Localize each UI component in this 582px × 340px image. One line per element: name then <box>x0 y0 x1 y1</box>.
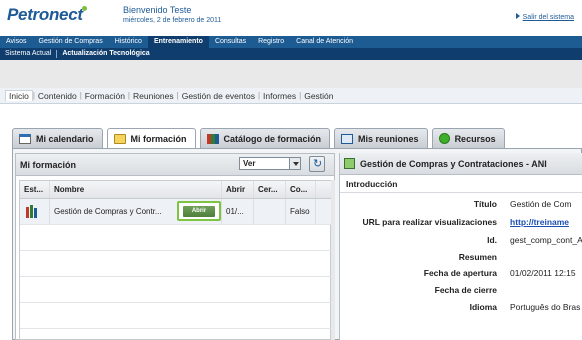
column-header-nombre[interactable]: Nombre <box>50 181 222 198</box>
field-titulo: Título Gestión de Com <box>473 199 572 209</box>
secondary-nav: Sistema Actual Actualización Tecnológica <box>0 48 582 60</box>
subnav-informes[interactable]: Informes <box>260 91 299 101</box>
subnav-reuniones[interactable]: Reuniones <box>130 91 177 101</box>
logo-dot <box>81 6 87 11</box>
table-row[interactable]: Gestión de Compras y Contr... 01/... Fal… <box>20 199 332 225</box>
field-idioma: Idioma Português do Bras <box>469 302 581 312</box>
field-id: Id. gest_comp_cont_A <box>487 235 582 245</box>
field-url: URL para realizar visualizaciones http://… <box>362 217 570 227</box>
field-fecha-apertura: Fecha de apertura 01/02/2011 12:15 <box>423 268 576 278</box>
tab-mi-formacion[interactable]: Mi formación <box>106 128 196 148</box>
subnav-inicio[interactable]: Inicio <box>5 90 33 101</box>
user-name: Teste <box>169 5 192 15</box>
tab-mi-calendario[interactable]: Mi calendario <box>12 128 103 148</box>
course-icon <box>344 158 355 169</box>
tab-mis-reuniones[interactable]: Mis reuniones <box>334 128 428 148</box>
column-header-abrir[interactable]: Abrir <box>222 181 254 198</box>
table-row-empty <box>20 251 332 277</box>
main-tabs: Mi calendario Mi formación Catálogo de f… <box>12 128 509 148</box>
nav-avisos[interactable]: Avisos <box>0 36 33 48</box>
petronect-logo: Petronect <box>7 5 88 25</box>
subnav-gestion-eventos[interactable]: Gestión de eventos <box>179 91 258 101</box>
table-header: Est... Nombre Abrir Cer... Co... <box>20 181 332 199</box>
welcome-text: Bienvenido Teste <box>123 5 192 15</box>
view-select[interactable]: Ver <box>239 157 301 170</box>
table-scrollbar[interactable] <box>331 180 335 340</box>
nav-registro[interactable]: Registro <box>252 36 290 48</box>
logout-link[interactable]: Salir del sistema <box>515 13 574 21</box>
primary-nav: Avisos Gestión de Compras Histórico Entr… <box>0 36 582 48</box>
courses-table: Est... Nombre Abrir Cer... Co... Gestión… <box>19 180 332 340</box>
course-complete: Falso <box>286 199 316 224</box>
detail-section: Introducción <box>340 175 582 193</box>
course-detail-panel: Gestión de Compras y Contrataciones - AN… <box>339 153 582 340</box>
books-icon <box>26 205 40 218</box>
nav-actualizacion-tecnologica[interactable]: Actualización Tecnológica <box>57 48 154 60</box>
detail-title: Gestión de Compras y Contrataciones - AN… <box>340 153 582 175</box>
course-url-link[interactable]: http://treiname <box>510 217 569 227</box>
resources-icon <box>438 133 450 144</box>
meeting-icon <box>341 133 354 144</box>
table-row-empty <box>20 303 332 329</box>
current-date: miércoles, 2 de febrero de 2011 <box>123 17 222 24</box>
chevron-down-icon[interactable] <box>289 158 300 169</box>
subnav-formacion[interactable]: Formación <box>82 91 128 101</box>
course-close-date <box>254 199 286 224</box>
refresh-button[interactable] <box>309 156 325 172</box>
field-fecha-cierre: Fecha de cierre <box>434 285 497 295</box>
subnav-contenido[interactable]: Contenido <box>35 91 80 101</box>
folder-icon <box>113 133 126 144</box>
books-icon <box>206 133 219 144</box>
course-open-date: 01/... <box>222 199 254 224</box>
status-cell <box>20 199 50 224</box>
calendar-icon <box>19 133 31 144</box>
column-header-cerrar[interactable]: Cer... <box>254 181 286 198</box>
nav-gestion-compras[interactable]: Gestión de Compras <box>33 36 109 48</box>
tab-catalogo-formacion[interactable]: Catálogo de formación <box>199 128 331 148</box>
nav-sistema-actual[interactable]: Sistema Actual <box>0 48 56 60</box>
open-button-label: Abrir <box>183 206 215 217</box>
subnav: Inicio | Contenido | Formación | Reuniones |… <box>0 88 582 104</box>
table-row-empty <box>20 277 332 303</box>
column-header-estado[interactable]: Est... <box>20 181 50 198</box>
table-row-empty <box>20 225 332 251</box>
nav-canal-atencion[interactable]: Canal de Atención <box>290 36 359 48</box>
tab-recursos[interactable]: Recursos <box>431 128 505 148</box>
open-course-button[interactable]: Abrir <box>177 201 221 221</box>
header-band <box>0 60 582 88</box>
subnav-gestion[interactable]: Gestión <box>301 91 336 101</box>
column-header-completo[interactable]: Co... <box>286 181 316 198</box>
nav-entrenamiento[interactable]: Entrenamiento <box>147 36 209 48</box>
field-resumen: Resumen <box>458 252 497 262</box>
nav-historico[interactable]: Histórico <box>109 36 148 48</box>
arrow-right-icon <box>515 13 520 19</box>
nav-consultas[interactable]: Consultas <box>209 36 252 48</box>
